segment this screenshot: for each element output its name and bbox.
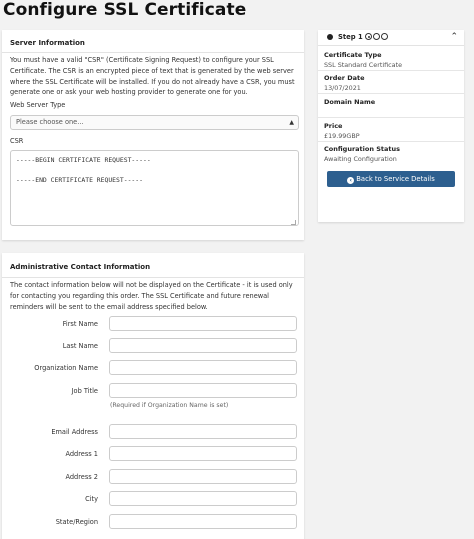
job-title-input[interactable] [109,383,297,398]
address1-label: Address 1 [65,450,98,458]
city-input[interactable] [109,491,297,506]
address2-input[interactable] [109,469,297,484]
order-date-value: 13/07/2021 [324,84,361,92]
certificate-type-label: Certificate Type [324,51,382,59]
server-information-card: Server Information You must have a valid… [2,30,304,240]
configuration-status-label: Configuration Status [324,145,401,153]
price-block: Price £19.99GBP [324,122,458,140]
step-circle-icon [365,33,372,40]
csr-description: You must have a valid "CSR" (Certificate… [10,56,295,97]
divider [2,277,304,278]
resize-grip-icon[interactable] [291,220,296,225]
order-summary-card: Step 1 ⌃ Certificate Type SSL Standard C… [318,30,464,222]
email-input[interactable] [109,424,297,439]
price-label: Price [324,122,343,130]
order-date-block: Order Date 13/07/2021 [324,74,458,92]
web-server-type-select[interactable]: Please choose one... ▲︎ [10,115,299,130]
page-title: Configure SSL Certificate [3,0,247,20]
order-date-label: Order Date [324,74,365,82]
divider [318,141,464,142]
server-information-title: Server Information [10,39,85,47]
csr-label: CSR [10,137,24,145]
step-label: Step 1 [338,33,363,41]
domain-name-label: Domain Name [324,98,376,106]
domain-name-block: Domain Name [324,98,458,108]
organization-name-input[interactable] [109,360,297,375]
first-name-label: First Name [62,320,98,328]
address2-label: Address 2 [65,473,98,481]
back-button-label: Back to Service Details [356,175,435,183]
email-label: Email Address [51,428,98,436]
divider [318,70,464,71]
step-circle-icon [381,33,388,40]
job-title-help: (Required if Organization Name is set) [110,402,229,409]
csr-textarea[interactable]: -----BEGIN CERTIFICATE REQUEST----- ----… [10,150,299,226]
first-name-input[interactable] [109,316,297,331]
web-server-type-label: Web Server Type [10,101,66,109]
chevron-up-icon[interactable]: ⌃ [450,31,458,42]
divider [318,93,464,94]
price-value: £19.99GBP [324,132,360,140]
last-name-label: Last Name [62,342,98,350]
step-bar: Step 1 ⌃ [318,30,464,46]
organization-name-label: Organization Name [34,364,98,372]
filled-circle-icon [327,34,333,40]
select-arrows-icon: ▲︎ [289,119,294,126]
state-input[interactable] [109,514,297,529]
configuration-status-value: Awaiting Configuration [324,155,397,163]
city-label: City [85,495,98,503]
configuration-status-block: Configuration Status Awaiting Configurat… [324,145,458,163]
job-title-label: Job Title [71,387,98,395]
address1-input[interactable] [109,446,297,461]
certificate-type-value: SSL Standard Certificate [324,61,403,69]
divider [2,52,304,53]
step-circle-icon [373,33,380,40]
last-name-input[interactable] [109,338,297,353]
web-server-type-value: Please choose one... [16,118,84,126]
state-label: State/Region [55,518,98,526]
admin-contact-title: Administrative Contact Information [10,263,151,271]
divider [318,117,464,118]
step-progress [365,33,388,40]
arrow-left-circle-icon: ‹ [347,177,355,184]
admin-contact-card: Administrative Contact Information The c… [2,253,304,539]
admin-contact-description: The contact information below will not b… [10,281,293,311]
certificate-type-block: Certificate Type SSL Standard Certificat… [324,51,458,69]
back-to-service-details-button[interactable]: ‹ Back to Service Details [327,171,455,187]
